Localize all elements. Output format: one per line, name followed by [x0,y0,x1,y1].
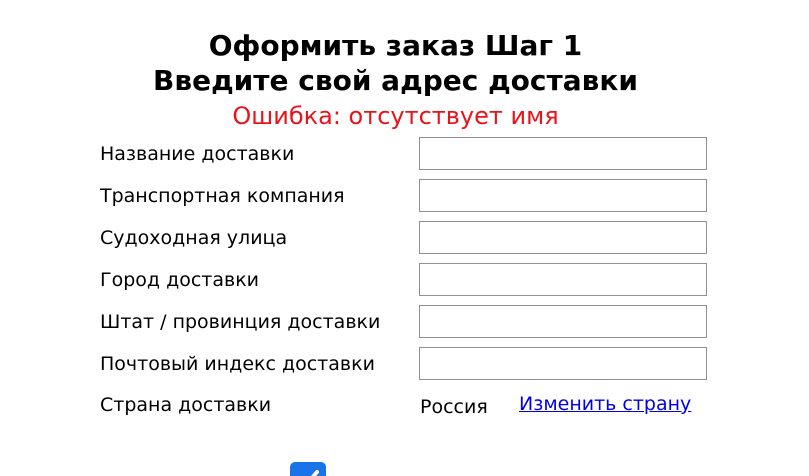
confirm-checkbox[interactable] [290,462,326,476]
shipping-name-input[interactable] [419,137,707,170]
shipping-state-input[interactable] [419,305,707,338]
shipping-street-label: Судоходная улица [100,227,288,249]
shipping-country-label: Страна доставки [100,394,272,416]
shipping-city-input[interactable] [419,263,707,296]
shipping-company-input[interactable] [419,179,707,212]
checkout-page: Оформить заказ Шаг 1 Введите свой адрес … [0,0,809,476]
shipping-street-input[interactable] [419,221,707,254]
shipping-city-label: Город доставки [100,269,260,291]
change-country-link[interactable]: Изменить страну [519,391,691,417]
page-title: Оформить заказ Шаг 1 [208,29,583,62]
checkmark-icon [310,470,319,476]
shipping-country-value: Россия [420,396,488,418]
page-subtitle: Введите свой адрес доставки [153,64,638,97]
shipping-zip-input[interactable] [419,347,707,380]
shipping-company-label: Транспортная компания [100,185,345,207]
shipping-state-label: Штат / провинция доставки [100,311,381,333]
shipping-name-label: Название доставки [100,143,295,165]
error-message: Ошибка: отсутствует имя [232,102,559,130]
shipping-zip-label: Почтовый индекс доставки [100,353,375,375]
